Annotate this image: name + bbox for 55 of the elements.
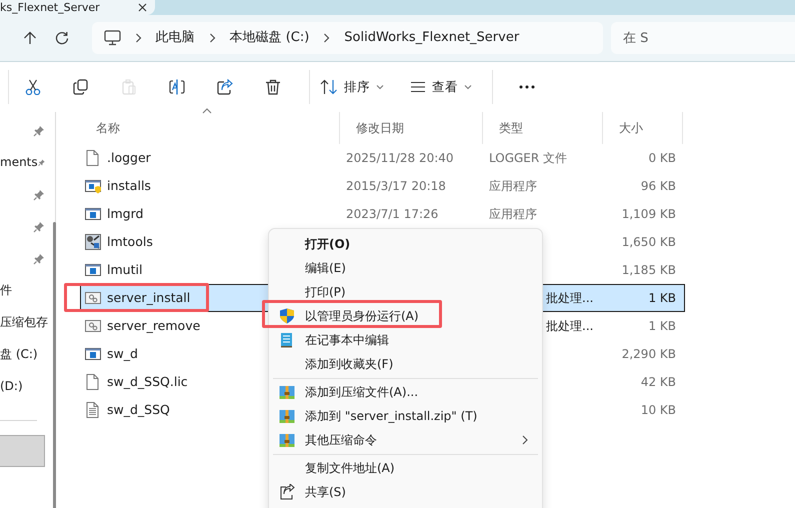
column-header[interactable]: 类型 <box>483 112 603 144</box>
file-size: 1,650 KB <box>620 234 677 251</box>
file-name[interactable]: lmtools <box>107 232 153 252</box>
column-header[interactable]: 名称 <box>80 112 340 144</box>
modified-date: 2023/7/1 17:26 <box>345 206 440 223</box>
modified-date: 2025/11/28 20:40 <box>345 150 455 167</box>
breadcrumb-item[interactable]: SolidWorks_Flexnet_Server <box>344 28 520 48</box>
file-size: 0 KB <box>647 150 677 167</box>
sidebar-item[interactable]: 件 <box>0 281 12 299</box>
file-name[interactable]: lmutil <box>107 260 142 280</box>
file-size: 1 KB <box>647 318 677 335</box>
file-name[interactable]: .logger <box>107 148 151 168</box>
file-type: 批处理... <box>545 290 594 307</box>
file-name[interactable]: lmgrd <box>107 204 144 224</box>
sidebar-item[interactable]: ments <box>0 153 38 171</box>
view-button[interactable]: 查看 <box>400 70 482 104</box>
menu-item[interactable]: 添加到收藏夹(F) <box>305 355 394 373</box>
menu-item[interactable]: 添加到压缩文件(A)... <box>305 383 418 401</box>
menu-item[interactable]: 添加到 "server_install.zip" (T) <box>305 407 478 425</box>
menu-item[interactable]: 其他压缩命令 <box>305 431 377 449</box>
file-type: 批处理... <box>545 318 594 335</box>
menu-item[interactable]: 以管理员身份运行(A) <box>305 307 419 325</box>
address-bar[interactable]: 此电脑 本地磁盘 (C:) SolidWorks_Flexnet_Server <box>92 22 603 54</box>
breadcrumb-item[interactable]: 此电脑 <box>156 28 195 48</box>
file-name[interactable]: sw_d_SSQ.lic <box>107 372 188 392</box>
file-type: 应用程序 <box>488 178 538 195</box>
sidebar-item[interactable]: (D:) <box>0 377 23 395</box>
menu-item[interactable]: 复制文件地址(A) <box>305 459 395 477</box>
menu-item[interactable]: 在记事本中编辑 <box>305 331 389 349</box>
file-type: 应用程序 <box>488 206 538 223</box>
sidebar-item[interactable]: 压缩包存 <box>0 313 48 331</box>
file-size: 96 KB <box>640 178 677 195</box>
search-field[interactable]: 在 S <box>611 22 795 54</box>
file-name[interactable]: sw_d_SSQ <box>107 400 170 420</box>
file-size: 2,290 KB <box>620 346 677 363</box>
menu-item[interactable]: 打印(P) <box>305 283 346 301</box>
column-header[interactable]: 大小 <box>603 112 683 144</box>
menu-item[interactable]: 共享(S) <box>305 483 346 501</box>
column-header[interactable]: 修改日期 <box>340 112 483 144</box>
file-size: 10 KB <box>640 402 677 419</box>
file-type: LOGGER 文件 <box>488 150 568 167</box>
breadcrumb-item[interactable]: 本地磁盘 (C:) <box>230 28 310 48</box>
file-size: 1,185 KB <box>620 262 677 279</box>
menu-item[interactable]: 打开(O) <box>305 235 350 253</box>
file-size: 42 KB <box>640 374 677 391</box>
file-name[interactable]: server_install <box>107 288 190 308</box>
file-name[interactable]: sw_d <box>107 344 138 364</box>
file-size: 1 KB <box>647 290 677 307</box>
file-size: 1,109 KB <box>620 206 677 223</box>
sidebar-item[interactable]: 盘 (C:) <box>0 345 38 363</box>
menu-item[interactable]: 编辑(E) <box>305 259 346 277</box>
modified-date: 2015/3/17 20:18 <box>345 178 447 195</box>
sort-button[interactable]: 排序 <box>310 70 394 104</box>
file-name[interactable]: installs <box>107 176 151 196</box>
file-name[interactable]: server_remove <box>107 316 200 336</box>
